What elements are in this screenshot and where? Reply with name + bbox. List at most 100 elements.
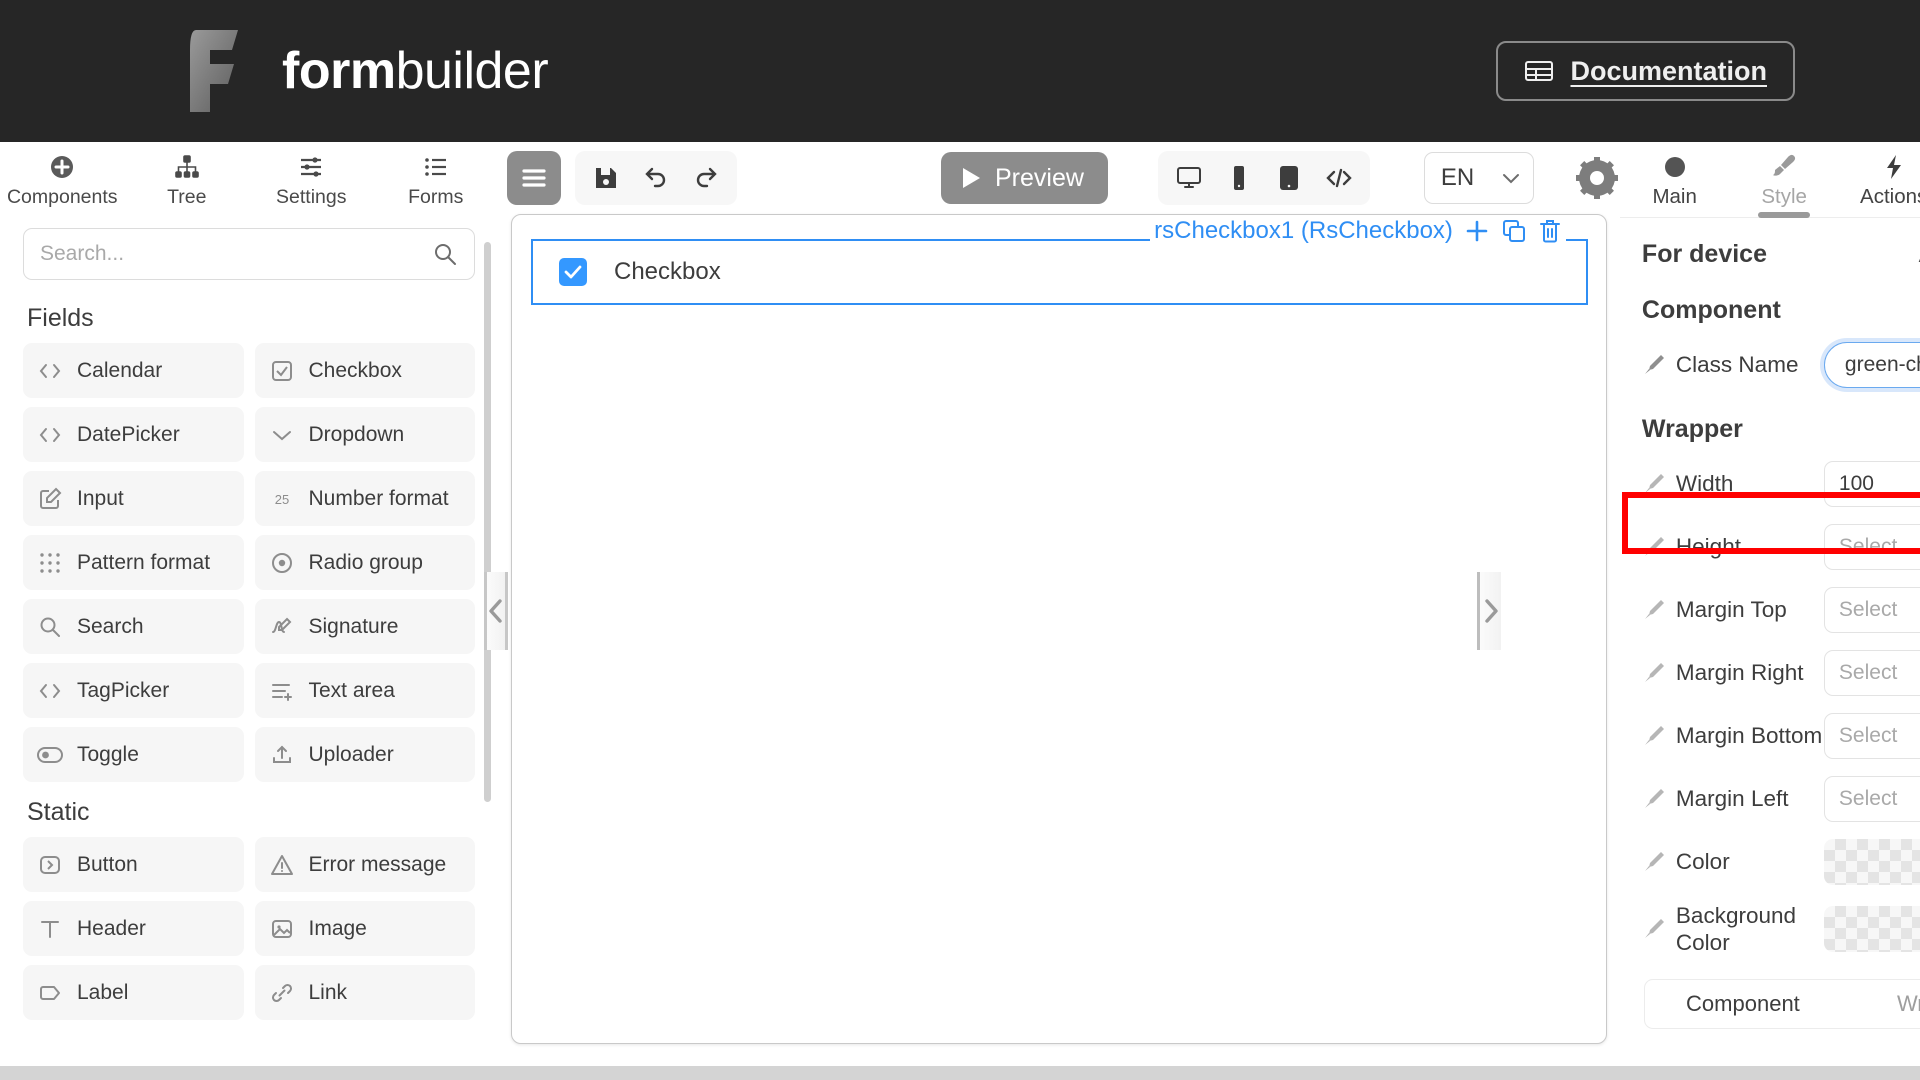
pen-icon[interactable] — [1642, 850, 1676, 874]
field-label: TagPicker — [77, 678, 170, 702]
form-canvas[interactable]: Checkbox rsCheckbox1 (RsCheckbox) — [511, 214, 1607, 1044]
plus-circle-icon — [49, 154, 75, 180]
field-item-text-area[interactable]: Text area — [254, 663, 475, 718]
class-name-input[interactable] — [1844, 353, 1920, 377]
gear-icon[interactable] — [1574, 155, 1620, 201]
wrapper-background-color-label: Background Color — [1675, 903, 1797, 956]
tab-actions-label: Actions — [1860, 185, 1920, 208]
tab-style-label: Style — [1761, 185, 1807, 208]
field-item-signature[interactable]: Signature — [254, 599, 475, 654]
field-item-error-message[interactable]: Error message — [254, 837, 475, 892]
for-device-row[interactable]: For device Any — [1642, 240, 1920, 269]
pen-icon[interactable] — [1642, 535, 1676, 559]
tab-actions[interactable]: Actions — [1839, 146, 1920, 217]
undo-arrow-icon[interactable] — [633, 155, 679, 201]
field-item-dropdown[interactable]: Dropdown — [254, 407, 475, 462]
field-item-search[interactable]: Search — [23, 599, 244, 654]
pen-icon[interactable] — [1642, 787, 1676, 811]
field-label: Input — [77, 486, 124, 510]
tab-components-label: Components — [6, 186, 118, 208]
field-label: Dropdown — [308, 422, 405, 446]
static-grid: Button Error message Header Image Label … — [23, 837, 475, 1020]
wrapper-margin-bottom-select[interactable]: Select — [1823, 713, 1920, 759]
wrapper-height-label: Height — [1675, 534, 1741, 560]
image-icon — [267, 917, 297, 941]
wrapper-margin-left-row: Margin Left Select — [1642, 776, 1920, 822]
toggle-switch-icon — [35, 746, 65, 763]
field-item-calendar[interactable]: Calendar — [23, 343, 244, 398]
tab-forms[interactable]: Forms — [374, 146, 499, 209]
field-item-input[interactable]: Input — [23, 471, 244, 526]
chevron-down-icon — [267, 428, 297, 442]
style-settings-scroll: For device Any Component Class Name Wrap… — [1620, 218, 1920, 1080]
tab-main[interactable]: Main — [1620, 146, 1730, 217]
wrapper-margin-left-select[interactable]: Select — [1823, 776, 1920, 822]
wrapper-width-label: Width — [1675, 471, 1734, 497]
tab-style[interactable]: Style — [1729, 146, 1839, 217]
field-label: Pattern format — [77, 550, 211, 574]
field-label: Number format — [308, 486, 449, 510]
language-select[interactable]: EN — [1423, 152, 1534, 204]
checkbox-control[interactable] — [559, 258, 587, 286]
collapse-right-panel-button[interactable] — [1477, 572, 1501, 650]
wrapper-color-swatch[interactable] — [1823, 839, 1920, 885]
field-item-datepicker[interactable]: DatePicker — [23, 407, 244, 462]
documentation-button[interactable]: Documentation — [1496, 41, 1795, 101]
field-item-uploader[interactable]: Uploader — [254, 727, 475, 782]
desktop-icon[interactable] — [1166, 155, 1212, 201]
signature-pen-icon — [267, 615, 297, 639]
search-input[interactable] — [40, 242, 432, 266]
wrapper-color-row: Color — [1642, 839, 1920, 885]
field-item-toggle[interactable]: Toggle — [23, 727, 244, 782]
wrapper-width-number[interactable]: 100 — [1823, 461, 1920, 507]
pen-icon[interactable] — [1642, 661, 1676, 685]
tab-settings[interactable]: Settings — [249, 146, 374, 209]
copy-icon[interactable] — [1501, 218, 1527, 244]
text-lines-plus-icon — [267, 680, 297, 702]
code-icon[interactable] — [1316, 155, 1362, 201]
number-25-icon: 25 — [267, 490, 297, 508]
field-label: Search — [77, 614, 144, 638]
mobile-icon[interactable] — [1216, 155, 1262, 201]
field-item-number-format[interactable]: 25 Number format — [254, 471, 475, 526]
left-panel-scrollbar[interactable] — [484, 242, 491, 802]
field-item-pattern-format[interactable]: Pattern format — [23, 535, 244, 590]
field-item-label[interactable]: Label — [23, 965, 244, 1020]
wrapper-height-select[interactable]: Select — [1823, 524, 1920, 570]
save-disk-icon[interactable] — [583, 155, 629, 201]
segment-component[interactable]: Component — [1645, 991, 1841, 1017]
tab-tree[interactable]: Tree — [125, 146, 250, 209]
segment-wrapper[interactable]: Wrapper — [1841, 991, 1920, 1017]
wrapper-margin-right-select[interactable]: Select — [1823, 650, 1920, 696]
pen-icon[interactable] — [1642, 917, 1676, 941]
chevron-right-icon — [1483, 598, 1499, 624]
search-field[interactable] — [23, 228, 475, 280]
tab-components[interactable]: Components — [0, 146, 125, 209]
field-item-link[interactable]: Link — [254, 965, 475, 1020]
field-item-image[interactable]: Image — [254, 901, 475, 956]
wrapper-background-color-swatch[interactable] — [1823, 906, 1920, 953]
redo-arrow-icon[interactable] — [683, 155, 729, 201]
field-item-radio-group[interactable]: Radio group — [254, 535, 475, 590]
selected-component-checkbox[interactable]: Checkbox rsCheckbox1 (RsCheckbox) — [531, 217, 1588, 305]
field-item-header[interactable]: Header — [23, 901, 244, 956]
field-item-button[interactable]: Button — [23, 837, 244, 892]
pen-icon[interactable] — [1642, 598, 1676, 622]
plus-icon[interactable] — [1464, 218, 1490, 244]
hamburger-menu-icon[interactable] — [507, 151, 561, 205]
pen-icon[interactable] — [1642, 724, 1676, 748]
field-item-checkbox[interactable]: Checkbox — [254, 343, 475, 398]
pen-icon[interactable] — [1642, 472, 1676, 496]
preview-button[interactable]: Preview — [941, 152, 1108, 204]
field-label: Label — [77, 980, 129, 1004]
field-item-tagpicker[interactable]: TagPicker — [23, 663, 244, 718]
class-name-field[interactable] — [1823, 342, 1920, 388]
wrapper-margin-top-select[interactable]: Select — [1823, 587, 1920, 633]
collapse-left-panel-button[interactable] — [484, 572, 508, 650]
tablet-icon[interactable] — [1266, 155, 1312, 201]
pen-icon[interactable] — [1642, 353, 1676, 377]
wrapper-margin-top-label: Margin Top — [1675, 597, 1787, 623]
bottom-scrollbar[interactable] — [0, 1066, 1920, 1080]
trash-icon[interactable] — [1538, 218, 1562, 244]
brand-name-light: builder — [395, 42, 549, 100]
